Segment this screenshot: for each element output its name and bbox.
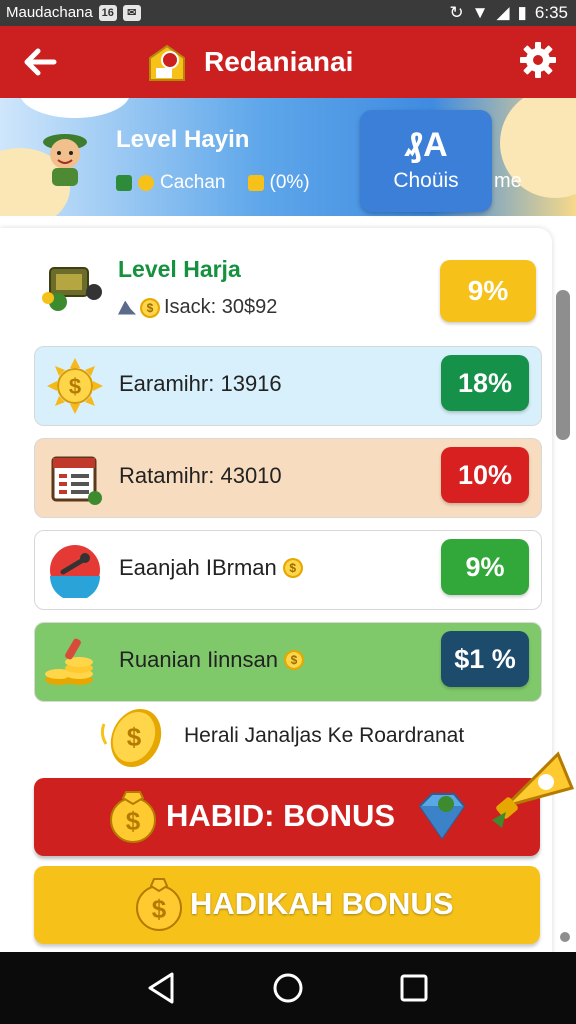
- hint-text: Herali Janaljas Ke Roardranat: [184, 724, 465, 747]
- back-arrow-icon[interactable]: [20, 42, 60, 82]
- coin-icon: $: [284, 650, 305, 670]
- mountain-icon: [118, 300, 136, 315]
- secondary-bonus-label: HADIKAH BONUS: [190, 886, 454, 921]
- list-item-percent: 9%: [441, 539, 529, 595]
- scroll-indicator: [560, 932, 570, 942]
- calendar-icon: [51, 456, 102, 505]
- primary-bonus-label: HABID: BONUS: [166, 798, 396, 833]
- sun-coin-icon: $: [47, 358, 103, 414]
- coin-icon: $: [282, 558, 303, 578]
- svg-text:$: $: [152, 894, 167, 924]
- banner-level-percent: (0%): [269, 172, 310, 193]
- coin-bag-icon: $: [136, 878, 182, 931]
- svg-text:$: $: [69, 374, 81, 399]
- banner-level-sub-text: Cachan: [160, 172, 226, 193]
- notification-app-icon: 16: [98, 4, 117, 21]
- level-percent-badge: 9%: [440, 260, 536, 322]
- choose-button[interactable]: ₰A Choüis: [360, 110, 492, 212]
- coin-icon: [138, 175, 154, 191]
- primary-bonus-button[interactable]: $ HABID: BONUS: [34, 778, 540, 856]
- status-bar: Maudachana 16 ✉ ↻ ▼ ◢ ▮ 6:35: [0, 0, 576, 26]
- cannon-icon: [42, 267, 102, 311]
- list-item-percent: 10%: [441, 447, 529, 503]
- battery-icon: ▮: [517, 3, 527, 22]
- cloud-decoration: [20, 98, 130, 118]
- level-card-title: Level Harja: [118, 256, 241, 282]
- banner-level-subtitle: Cachan (0%): [116, 172, 310, 194]
- banner-trailing-text: me: [494, 170, 522, 192]
- system-nav-bar: [0, 952, 576, 1024]
- megaphone-icon: [492, 751, 574, 828]
- list-item-label: Eaanjah IBrman $: [119, 555, 303, 581]
- bowling-icon: [50, 545, 100, 598]
- sync-icon: ↻: [449, 3, 464, 22]
- secondary-bonus-button[interactable]: $ HADIKAH BONUS: [34, 866, 540, 944]
- list-item[interactable]: Eaanjah IBrman $ 9%: [34, 530, 542, 610]
- list-item-label: Ratamihr: 43010: [119, 463, 282, 488]
- choose-label: Choüis: [393, 169, 459, 192]
- choose-glyph: ₰A: [404, 126, 448, 164]
- scrollbar[interactable]: [556, 290, 570, 440]
- list-item[interactable]: $ Earamihr: 13916 18%: [34, 346, 542, 426]
- coin-icon: $: [100, 708, 162, 768]
- list-item-percent: 18%: [441, 355, 529, 411]
- gear-icon[interactable]: [518, 40, 558, 80]
- level-card-subtitle: $ Isack: 30$92: [118, 296, 277, 319]
- app-bar: Redanianai: [0, 26, 576, 98]
- nav-back-icon[interactable]: [142, 968, 182, 1008]
- svg-text:$: $: [127, 722, 142, 752]
- mail-icon: ✉: [122, 4, 141, 21]
- avatar: [43, 134, 87, 186]
- coin-stack-icon: [45, 638, 93, 685]
- nav-home-icon[interactable]: [268, 968, 308, 1008]
- status-time: 6:35: [534, 3, 568, 22]
- banner-level-title: Level Hayin: [116, 126, 250, 153]
- signal-icon: ◢: [496, 3, 510, 22]
- list-item-label: Ruanian Iinnsan $: [119, 647, 305, 673]
- coin-bag-icon: $: [110, 791, 156, 843]
- page-title: Redanianai: [204, 46, 354, 77]
- list-item[interactable]: Ratamihr: 43010 10%: [34, 438, 542, 518]
- coin-icon: $: [140, 297, 160, 318]
- list-item[interactable]: Ruanian Iinnsan $ $1 %: [34, 622, 542, 702]
- status-carrier: Maudachana: [6, 4, 93, 21]
- gem-icon: [418, 793, 466, 840]
- svg-text:$: $: [126, 806, 141, 836]
- list-item-label: Earamihr: 13916: [119, 371, 282, 396]
- chart-icon: [116, 175, 132, 191]
- list-item-percent: $1 %: [441, 631, 529, 687]
- nav-recents-icon[interactable]: [394, 968, 434, 1008]
- trophy-icon: [247, 175, 264, 191]
- app-logo-icon: [149, 44, 185, 81]
- wifi-icon: ▼: [471, 3, 489, 22]
